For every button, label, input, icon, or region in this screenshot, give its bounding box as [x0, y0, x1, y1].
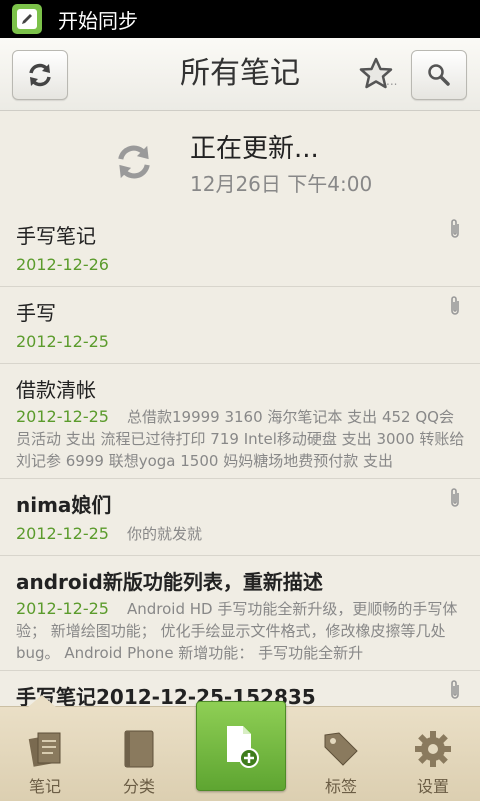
notes-icon	[28, 732, 61, 767]
nav-label: 分类	[122, 777, 155, 796]
note-date: 2012-12-26	[16, 255, 109, 274]
note-snippet: 你的就发就	[126, 525, 202, 543]
note-item[interactable]: 手写笔记 2012-12-26	[0, 210, 480, 287]
sync-status: 正在更新... 12月26日 下午4:00	[0, 110, 480, 210]
note-title: 手写	[16, 301, 56, 325]
main-screen: 所有笔记 ... 正在更新... 12月26日 下午4:00 手写笔记 2012…	[0, 38, 480, 801]
new-note-button[interactable]	[196, 701, 286, 791]
note-title: 手写笔记	[16, 224, 96, 248]
note-date: 2012-12-25	[16, 599, 109, 618]
note-date: 2012-12-25	[16, 407, 109, 426]
page-title: 所有笔记	[180, 56, 300, 91]
nav-label: 标签	[324, 777, 357, 796]
tag-icon	[324, 732, 358, 766]
status-title: 开始同步	[58, 8, 138, 33]
note-meta: 2012-12-25 总借款19999 3160 海尔笔记本 支出 452 QQ会…	[16, 406, 468, 472]
note-meta: 2012-12-25 Android HD 手写功能全新升级，更顺畅的手写体验； …	[16, 598, 468, 664]
note-item[interactable]: android新版功能列表，重新描述 2012-12-25 Android HD …	[0, 556, 480, 671]
new-note-icon	[227, 726, 259, 768]
status-bar: 开始同步	[0, 0, 480, 38]
note-meta: 2012-12-25 你的就发就	[16, 523, 468, 545]
note-title: 借款清帐	[16, 378, 96, 402]
sync-title: 正在更新...	[190, 134, 319, 164]
nav-settings[interactable]: 设置	[388, 707, 478, 801]
attachment-icon	[451, 488, 459, 507]
note-item[interactable]: nima娘们 2012-12-25 你的就发就	[0, 479, 480, 556]
nav-label: 设置	[416, 777, 449, 796]
nav-notes[interactable]: 笔记	[0, 707, 90, 801]
note-title: android新版功能列表，重新描述	[16, 570, 323, 594]
nav-tags[interactable]: 标签	[296, 707, 386, 801]
note-title: nima娘们	[16, 493, 112, 517]
sync-icon	[118, 145, 150, 179]
top-toolbar: 所有笔记 ...	[0, 38, 480, 111]
evernote-pencil-icon	[12, 4, 42, 34]
gear-icon	[415, 731, 451, 767]
sync-time: 12月26日 下午4:00	[190, 172, 373, 196]
attachment-icon	[451, 680, 459, 699]
note-item[interactable]: 手写 2012-12-25	[0, 287, 480, 364]
note-list[interactable]: 手写笔记 2012-12-26 手写 2012-12-25 借款清帐 2012-…	[0, 210, 480, 710]
attachment-icon	[451, 219, 459, 238]
note-date: 2012-12-25	[16, 524, 109, 543]
note-meta: 2012-12-25	[16, 331, 468, 353]
notebook-icon	[124, 730, 154, 768]
attachment-icon	[451, 296, 459, 315]
nav-pointer	[28, 695, 56, 707]
refresh-icon	[29, 63, 51, 87]
star-suffix: ...	[386, 74, 398, 88]
search-button[interactable]	[411, 50, 467, 100]
note-meta: 2012-12-26	[16, 254, 468, 276]
search-icon	[428, 64, 450, 86]
refresh-button[interactable]	[12, 50, 68, 100]
note-date: 2012-12-25	[16, 332, 109, 351]
bottom-nav: 笔记 分类 标签 设置	[0, 695, 480, 801]
note-item[interactable]: 借款清帐 2012-12-25 总借款19999 3160 海尔笔记本 支出 45…	[0, 364, 480, 479]
nav-categories[interactable]: 分类	[94, 707, 184, 801]
nav-label: 笔记	[28, 777, 61, 796]
